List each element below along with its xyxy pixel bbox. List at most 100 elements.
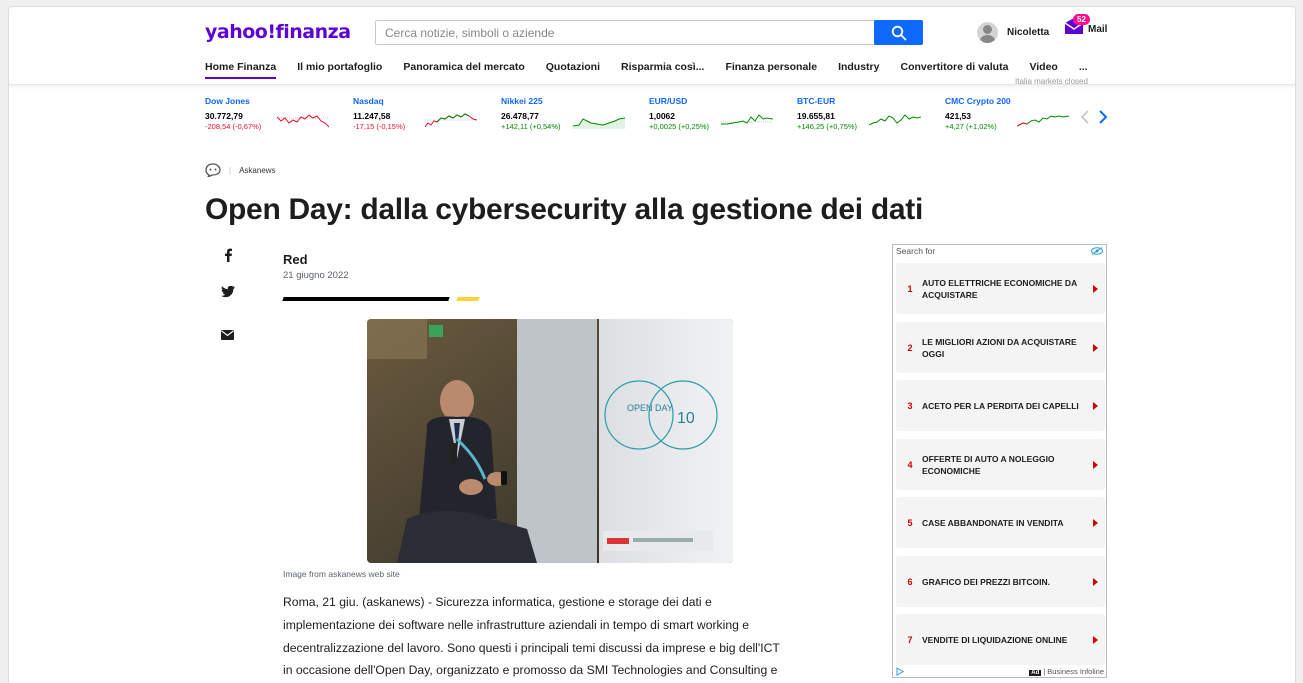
play-icon — [1093, 284, 1098, 293]
body-line: Roma, 21 giu. (askanews) - Sicurezza inf… — [283, 595, 712, 609]
search-input[interactable] — [376, 21, 874, 44]
nav-quotazioni[interactable]: Quotazioni — [546, 61, 600, 79]
ad-item-text[interactable]: ACETO PER LA PERDITA DEI CAPELLI — [922, 400, 1093, 412]
search-bar — [375, 20, 923, 45]
ad-item[interactable]: 4 OFFERTE DI AUTO A NOLEGGIO ECONOMICHE — [896, 439, 1105, 490]
user-profile[interactable]: Nicoletta — [977, 22, 1049, 43]
ticker-name[interactable]: CMC Crypto 200 — [945, 96, 1085, 106]
nav-industry[interactable]: Industry — [838, 61, 879, 79]
ticker-name[interactable]: Dow Jones — [205, 96, 345, 106]
ticker-item[interactable]: CMC Crypto 200 421,53 +4,27 (+1,02%) — [945, 96, 1085, 136]
ad-item-text[interactable]: AUTO ELETTRICHE ECONOMICHE DA ACQUISTARE — [922, 277, 1093, 301]
article-date: 21 giugno 2022 — [283, 270, 349, 281]
play-icon — [1093, 518, 1098, 527]
ad-item[interactable]: 5 CASE ABBANDONATE IN VENDITA — [896, 497, 1105, 548]
mail-label[interactable]: Mail — [1088, 24, 1107, 35]
nav-panoramica[interactable]: Panoramica del mercato — [403, 61, 524, 79]
sparkline — [425, 113, 477, 128]
chevron-right-icon[interactable] — [1098, 109, 1108, 125]
market-ticker: Dow Jones 30.772,79 -208,54 (-0,67%) Nas… — [205, 96, 1105, 144]
ad-item[interactable]: 3 ACETO PER LA PERDITA DEI CAPELLI — [896, 380, 1105, 431]
site-header: yahoo!finanza Nicoletta 52 Mail — [9, 7, 1295, 86]
body-line: implementazione dei software nelle infra… — [283, 617, 750, 632]
search-button[interactable] — [874, 20, 923, 45]
main-nav: Home Finanza Il mio portafoglio Panorami… — [205, 61, 1109, 79]
browser-frame: yahoo!finanza Nicoletta 52 Mail — [8, 6, 1296, 683]
nav-finanza-personale[interactable]: Finanza personale — [725, 61, 817, 79]
sparkline — [573, 117, 625, 129]
sparkline — [277, 114, 329, 128]
image-caption: Image from askanews web site — [283, 569, 400, 579]
ad-item-number: 6 — [907, 576, 913, 587]
nav-convertitore[interactable]: Convertitore di valuta — [900, 61, 1008, 79]
ad-attribution[interactable]: Ad | Business Infoline — [1029, 667, 1104, 676]
play-icon — [1093, 635, 1098, 644]
crumb-divider: | — [229, 165, 232, 175]
body-line: decentralizzazione del lavoro. Sono ques… — [283, 640, 780, 655]
adchoices-icon[interactable] — [1091, 246, 1103, 255]
facebook-icon[interactable] — [223, 248, 233, 262]
ticker-item[interactable]: Nikkei 225 26.478,77 +142,11 (+0,54%) — [501, 96, 641, 136]
ticker-name[interactable]: Nasdaq — [353, 96, 493, 106]
ad-item-number: 7 — [907, 634, 913, 645]
ticker-item[interactable]: BTC-EUR 19.655,81 +146,25 (+0,75%) — [797, 96, 937, 136]
ad-item[interactable]: 7 VENDITE DI LIQUIDAZIONE ONLINE — [896, 614, 1105, 665]
yahoo-finanza-logo[interactable]: yahoo!finanza — [205, 21, 351, 43]
author-rule-accent — [456, 297, 480, 301]
sparkline — [1017, 115, 1069, 127]
sparkline — [721, 114, 773, 125]
ticker-item[interactable]: Nasdaq 11.247,58 -17,15 (-0,15%) — [353, 96, 493, 136]
twitter-icon[interactable] — [221, 286, 235, 298]
ad-item[interactable]: 6 GRAFICO DEI PREZZI BITCOIN. — [896, 556, 1105, 607]
sparkline — [869, 114, 921, 126]
author-rule — [282, 297, 450, 301]
ad-item[interactable]: 1 AUTO ELETTRICHE ECONOMICHE DA ACQUISTA… — [896, 263, 1105, 314]
ad-item-text[interactable]: GRAFICO DEI PREZZI BITCOIN. — [922, 576, 1093, 588]
search-icon — [891, 25, 906, 40]
ad-item-text[interactable]: OFFERTE DI AUTO A NOLEGGIO ECONOMICHE — [922, 453, 1093, 477]
ad-item[interactable]: 2 LE MIGLIORI AZIONI DA ACQUISTARE OGGI — [896, 322, 1105, 373]
sponsored-search-ad: Search for 1 AUTO ELETTRICHE ECONOMICHE … — [892, 244, 1107, 678]
play-icon — [1093, 343, 1098, 352]
email-icon[interactable] — [221, 330, 234, 340]
article-source[interactable]: | Askanews — [205, 163, 276, 177]
ad-tag: Ad — [1029, 670, 1042, 676]
ticker-name[interactable]: EUR/USD — [649, 96, 789, 106]
mail-link[interactable]: 52 Mail — [1064, 14, 1107, 35]
ad-item-text[interactable]: LE MIGLIORI AZIONI DA ACQUISTARE OGGI — [922, 336, 1093, 360]
chevron-left-icon[interactable] — [1080, 109, 1090, 125]
nav-home-finanza[interactable]: Home Finanza — [205, 61, 277, 79]
avatar-icon — [977, 22, 998, 43]
markets-closed-note: Italia markets closed — [1015, 77, 1088, 86]
logo-text[interactable]: yahoo!finanza — [205, 21, 351, 43]
ticker-item[interactable]: EUR/USD 1,0062 +0,0025 (+0,25%) — [649, 96, 789, 136]
article-title: Open Day: dalla cybersecurity alla gesti… — [205, 193, 923, 226]
ad-item-number: 5 — [907, 517, 913, 528]
article-image[interactable]: OPEN DAY 10 — [367, 319, 733, 563]
body-line: in occasione dell'Open Day, organizzato … — [283, 663, 778, 678]
ad-item-text[interactable]: CASE ABBANDONATE IN VENDITA — [922, 517, 1093, 529]
ticker-item[interactable]: Dow Jones 30.772,79 -208,54 (-0,67%) — [205, 96, 345, 136]
play-icon — [1093, 401, 1098, 410]
ad-item-number: 2 — [907, 342, 913, 353]
ad-item-number: 4 — [907, 459, 913, 470]
ad-footer: Ad | Business Infoline — [896, 667, 1104, 676]
ad-header: Search for — [893, 245, 1106, 256]
nav-risparmia[interactable]: Risparmia così... — [621, 61, 704, 79]
ad-item-number: 3 — [907, 400, 913, 411]
article-author[interactable]: Red — [283, 252, 308, 267]
ticker-name[interactable]: BTC-EUR — [797, 96, 937, 106]
ticker-name[interactable]: Nikkei 225 — [501, 96, 641, 106]
askanews-logo-icon — [205, 163, 221, 177]
source-name[interactable]: Askanews — [239, 166, 275, 175]
ad-item-text[interactable]: VENDITE DI LIQUIDAZIONE ONLINE — [922, 634, 1093, 646]
adchoices-play-icon[interactable] — [896, 667, 904, 676]
nav-portafoglio[interactable]: Il mio portafoglio — [297, 61, 382, 79]
user-name[interactable]: Nicoletta — [1007, 27, 1049, 38]
speaker-photo: OPEN DAY 10 — [367, 319, 733, 563]
ad-item-number: 1 — [907, 283, 913, 294]
play-icon — [1093, 577, 1098, 586]
photo-banner-num: 10 — [677, 410, 695, 427]
photo-banner-day: OPEN DAY — [627, 403, 673, 413]
ad-provider[interactable]: | Business Infoline — [1043, 667, 1104, 676]
